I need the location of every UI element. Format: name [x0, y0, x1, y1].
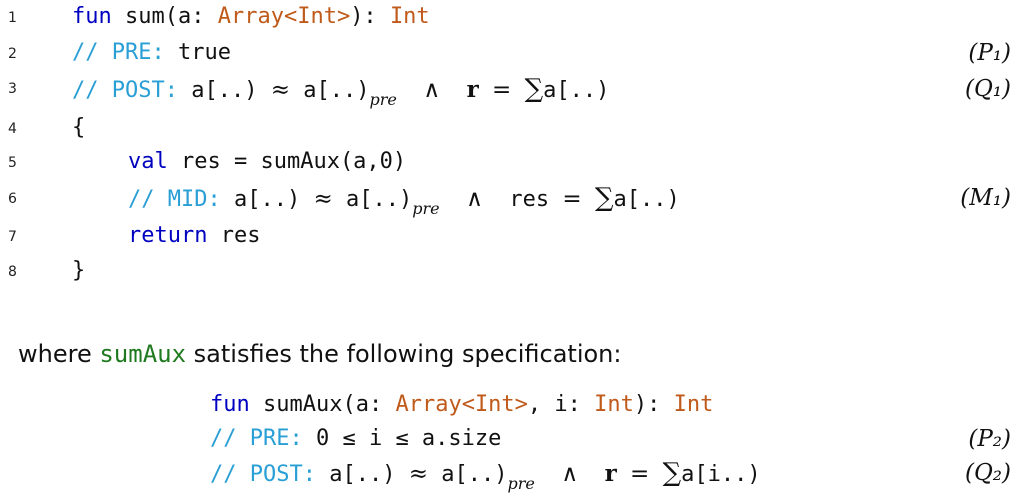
- and-symbol: ∧: [423, 77, 441, 103]
- return-type: Int: [389, 4, 430, 29]
- pre-subscript: pre: [369, 90, 397, 109]
- prose-function-name: sumAux: [99, 340, 187, 368]
- comment-post: // POST:: [210, 462, 316, 487]
- prose-after: satisfies the following specification:: [186, 340, 622, 368]
- comment-pre: // PRE:: [72, 40, 165, 65]
- tag-q1: (Q₁): [964, 76, 1011, 102]
- line-number-2: 2: [8, 46, 17, 62]
- prose-sentence: where sumAux satisfies the following spe…: [18, 339, 621, 369]
- code-line-6: // MID: a[..) ≈ a[..)pre ∧ res = ∑a[..): [128, 185, 680, 222]
- result-var: r: [604, 460, 617, 487]
- line-number-1: 1: [8, 10, 17, 26]
- comment-mid: // MID:: [128, 187, 221, 212]
- code-line-5: val res = sumAux(a,0): [128, 149, 406, 175]
- comment-pre: // PRE:: [210, 426, 303, 451]
- type-array: Array<Int>: [217, 4, 351, 29]
- spec-line-2: // PRE: 0 ≤ i ≤ a.size: [210, 426, 501, 452]
- line-number-3: 3: [8, 81, 17, 97]
- type-array: Array<Int>: [395, 392, 528, 417]
- spec-line-1: fun sumAux(a: Array<Int>, i: Int): Int: [210, 392, 713, 418]
- approx-symbol: ≈: [313, 186, 333, 212]
- array-slice: a[i..): [681, 462, 761, 487]
- code-line-3: // POST: a[..) ≈ a[..)pre ∧ r = ∑a[..): [72, 76, 609, 113]
- result-var: r: [466, 76, 479, 103]
- spec-signature: sumAux(a:: [263, 392, 383, 417]
- array-slice: a[..): [233, 187, 301, 212]
- approx-symbol: ≈: [270, 77, 290, 103]
- keyword-fun: fun: [210, 392, 250, 417]
- return-type: Int: [673, 392, 714, 417]
- close-brace: }: [72, 258, 86, 283]
- code-line-8: }: [72, 258, 85, 284]
- keyword-return: return: [128, 223, 208, 248]
- tag-m1: (M₁): [960, 185, 1011, 211]
- array-slice: a[..): [345, 187, 413, 212]
- array-slice: a[..): [329, 462, 396, 487]
- array-slice: a[..): [303, 78, 370, 103]
- code-line-7: return res: [128, 223, 260, 249]
- param-separator: , i:: [527, 392, 581, 417]
- and-symbol: ∧: [561, 461, 579, 487]
- equals-symbol: =: [492, 77, 512, 103]
- and-symbol: ∧: [466, 186, 483, 212]
- type-int: Int: [594, 392, 634, 417]
- array-slice: a[..): [441, 462, 508, 487]
- val-statement: res = sumAux(a,0): [181, 149, 407, 174]
- array-slice: a[..): [191, 78, 258, 103]
- pre-value: true: [177, 40, 231, 65]
- prose-before: where: [18, 340, 100, 368]
- line-number-7: 7: [8, 229, 17, 245]
- equals-symbol: =: [630, 461, 650, 487]
- comment-post: // POST:: [72, 78, 178, 103]
- tag-q2: (Q₂): [964, 460, 1011, 486]
- code-line-1: fun sum(a: Array<Int>): Int: [72, 4, 430, 30]
- code-line-2: // PRE: true: [72, 40, 231, 66]
- return-value: res: [220, 223, 261, 248]
- array-slice: a[..): [543, 78, 610, 103]
- line-number-6: 6: [8, 191, 17, 207]
- keyword-val: val: [128, 149, 168, 174]
- signature-close: ):: [350, 4, 377, 29]
- pre-subscript: pre: [412, 199, 440, 218]
- line-number-8: 8: [8, 264, 17, 280]
- pre-expression: 0 ≤ i ≤ a.size: [315, 426, 502, 451]
- sum-symbol: ∑: [662, 458, 682, 488]
- function-signature: sum(a:: [125, 4, 205, 29]
- pre-subscript: pre: [507, 474, 535, 493]
- approx-symbol: ≈: [408, 461, 428, 487]
- spec-line-3: // POST: a[..) ≈ a[..)pre ∧ r = ∑a[i..): [210, 460, 761, 497]
- sum-symbol: ∑: [524, 74, 544, 104]
- tag-p2: (P₂): [968, 426, 1011, 452]
- sum-symbol: ∑: [594, 183, 614, 213]
- line-number-5: 5: [8, 155, 17, 171]
- tag-p1: (P₁): [968, 40, 1011, 66]
- code-line-4: {: [72, 115, 85, 141]
- equals-symbol: =: [562, 186, 582, 212]
- line-number-4: 4: [8, 121, 17, 137]
- keyword-fun: fun: [72, 4, 112, 29]
- signature-close: ):: [633, 392, 661, 417]
- open-brace: {: [72, 115, 86, 140]
- array-slice: a[..): [613, 187, 680, 212]
- res-var: res: [509, 187, 550, 212]
